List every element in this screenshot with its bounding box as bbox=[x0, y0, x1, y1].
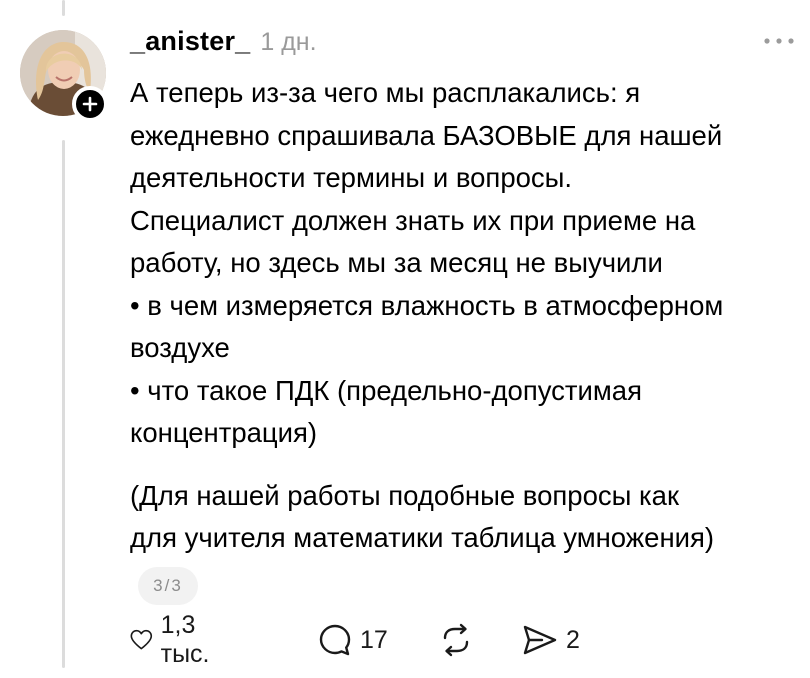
comment-icon bbox=[319, 624, 351, 656]
post-header: _anister_ 1 дн. bbox=[130, 26, 317, 57]
post-text-line: • в чем измеряется влажность в атмосферн… bbox=[130, 289, 724, 321]
post-text-line: концентрация) bbox=[130, 417, 318, 448]
share-count: 2 bbox=[566, 625, 580, 654]
reply-button[interactable]: 17 bbox=[318, 620, 388, 660]
post-text-line: А теперь из-за чего мы расплакались: я bbox=[130, 77, 641, 108]
post-text-line: (Для нашей работы подобные вопросы как bbox=[130, 479, 679, 511]
post-body: А теперь из-за чего мы расплакались: я е… bbox=[130, 72, 810, 560]
timestamp[interactable]: 1 дн. bbox=[260, 28, 316, 57]
send-icon bbox=[523, 625, 557, 655]
like-button[interactable]: 1,3 тыс. bbox=[130, 611, 221, 668]
post-text-line: ежедневно спрашивала БАЗОВЫЕ для нашей bbox=[130, 119, 723, 151]
post-text-line: Специалист должен знать их при приеме на bbox=[130, 204, 696, 236]
post-text-line: работу, но здесь мы за месяц не выучили bbox=[130, 247, 663, 278]
reply-count: 17 bbox=[360, 625, 388, 654]
follow-button[interactable] bbox=[72, 86, 108, 122]
heart-icon bbox=[130, 629, 153, 650]
post-text-line: воздухе bbox=[130, 332, 230, 363]
more-button[interactable] bbox=[762, 34, 796, 48]
post-text-line: для учителя математики таблица умножения… bbox=[130, 522, 715, 553]
page-indicator: 3/3 bbox=[138, 567, 198, 605]
thread-line bbox=[62, 140, 65, 668]
share-button[interactable]: 2 bbox=[522, 620, 580, 660]
repost-button[interactable] bbox=[438, 620, 474, 660]
post-text-line: • что такое ПДК (предельно-допустимая bbox=[130, 374, 642, 406]
more-horizontal-icon bbox=[764, 38, 794, 44]
like-count: 1,3 тыс. bbox=[160, 611, 210, 668]
post-text-line: деятельности термины и вопросы. bbox=[130, 162, 573, 193]
username[interactable]: _anister_ bbox=[130, 26, 250, 57]
thread-line-top bbox=[62, 0, 65, 16]
plus-icon bbox=[82, 96, 98, 112]
repost-icon bbox=[443, 623, 469, 657]
